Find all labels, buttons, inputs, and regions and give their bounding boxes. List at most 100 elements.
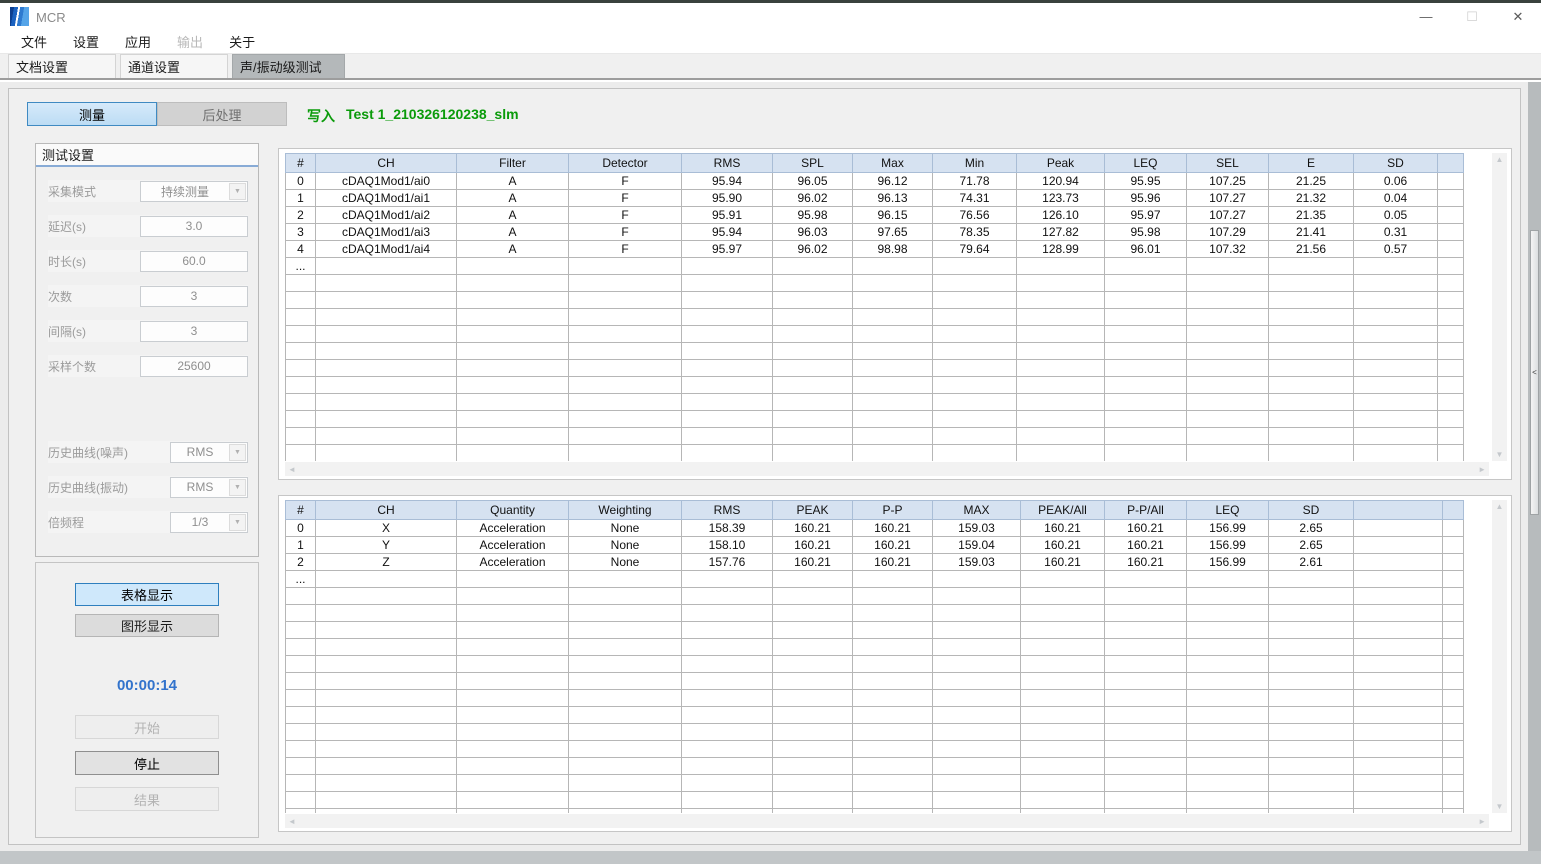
chevron-down-icon[interactable]: ▼ bbox=[229, 444, 246, 461]
vibration-table-horizontal-scrollbar[interactable]: ◄ ► bbox=[285, 814, 1489, 828]
column-header: E bbox=[1269, 154, 1354, 173]
table-row[interactable]: 3cDAQ1Mod1/ai3AF95.9496.0397.6578.35127.… bbox=[286, 224, 1464, 241]
setting-row: 次数3 bbox=[48, 285, 248, 307]
table-cell bbox=[1438, 309, 1464, 326]
table-cell: 160.21 bbox=[1021, 537, 1105, 554]
graph-display-button[interactable]: 图形显示 bbox=[75, 614, 219, 637]
scroll-down-icon[interactable]: ▼ bbox=[1493, 800, 1507, 813]
table-cell bbox=[457, 639, 569, 656]
table-cell bbox=[316, 775, 457, 792]
menu-item[interactable]: 关于 bbox=[216, 29, 268, 54]
table-cell bbox=[316, 724, 457, 741]
chevron-down-icon[interactable]: ▼ bbox=[229, 514, 246, 531]
vibration-level-table-panel: #CHQuantityWeightingRMSPEAKP-PMAXPEAK/Al… bbox=[278, 495, 1512, 832]
table-display-button[interactable]: 表格显示 bbox=[75, 583, 219, 606]
menu-item[interactable]: 文件 bbox=[8, 29, 60, 54]
table-cell: A bbox=[457, 241, 569, 258]
setting-dropdown[interactable]: 持续测量▼ bbox=[140, 181, 248, 202]
table-row[interactable]: 0cDAQ1Mod1/ai0AF95.9496.0596.1271.78120.… bbox=[286, 173, 1464, 190]
column-header: # bbox=[286, 154, 316, 173]
tab[interactable]: 通道设置 bbox=[120, 54, 228, 78]
minimize-button[interactable]: — bbox=[1403, 3, 1449, 30]
table-cell bbox=[1021, 656, 1105, 673]
chevron-down-icon[interactable]: ▼ bbox=[229, 479, 246, 496]
table-cell: 107.27 bbox=[1187, 207, 1269, 224]
tab[interactable]: 声/振动级测试 bbox=[232, 54, 345, 78]
scroll-right-icon[interactable]: ► bbox=[1475, 815, 1489, 828]
setting-row: 延迟(s)3.0 bbox=[48, 215, 248, 237]
table-row[interactable]: ... bbox=[286, 571, 1464, 588]
setting-dropdown[interactable]: 1/3▼ bbox=[170, 512, 248, 533]
chevron-down-icon[interactable]: ▼ bbox=[229, 183, 246, 200]
table-cell bbox=[1438, 207, 1464, 224]
table-cell: 95.98 bbox=[773, 207, 853, 224]
stop-button[interactable]: 停止 bbox=[75, 751, 219, 775]
postprocess-mode-button[interactable]: 后处理 bbox=[157, 102, 287, 126]
scroll-left-icon[interactable]: ◄ bbox=[285, 815, 299, 828]
table-cell bbox=[1443, 605, 1464, 622]
table-cell bbox=[569, 343, 682, 360]
table-cell: None bbox=[569, 537, 682, 554]
table-cell bbox=[1269, 639, 1354, 656]
table-cell: 2 bbox=[286, 554, 316, 571]
table-row[interactable]: 0XAccelerationNone158.39160.21160.21159.… bbox=[286, 520, 1464, 537]
table-cell bbox=[1438, 445, 1464, 462]
table-cell bbox=[1021, 792, 1105, 809]
table-cell bbox=[682, 343, 773, 360]
table-cell bbox=[1021, 758, 1105, 775]
table-row[interactable]: 1cDAQ1Mod1/ai1AF95.9096.0296.1374.31123.… bbox=[286, 190, 1464, 207]
setting-input[interactable]: 3 bbox=[140, 286, 248, 307]
table-cell bbox=[1105, 394, 1187, 411]
close-button[interactable]: ✕ bbox=[1495, 3, 1541, 30]
setting-input[interactable]: 25600 bbox=[140, 356, 248, 377]
table-row[interactable]: 1YAccelerationNone158.10160.21160.21159.… bbox=[286, 537, 1464, 554]
table-cell bbox=[1354, 309, 1438, 326]
table-cell bbox=[1105, 428, 1187, 445]
table-row[interactable]: 2cDAQ1Mod1/ai2AF95.9195.9896.1576.56126.… bbox=[286, 207, 1464, 224]
menu-item[interactable]: 应用 bbox=[112, 29, 164, 54]
scroll-up-icon[interactable]: ▲ bbox=[1493, 500, 1507, 513]
table-cell bbox=[1443, 537, 1464, 554]
setting-dropdown[interactable]: RMS▼ bbox=[170, 477, 248, 498]
table-cell bbox=[1354, 639, 1443, 656]
test-settings-groupbox: 测试设置 采集模式持续测量▼延迟(s)3.0时长(s)60.0次数3间隔(s)3… bbox=[35, 143, 259, 557]
table-cell bbox=[1105, 639, 1187, 656]
vibration-table-vertical-scrollbar[interactable]: ▲ ▼ bbox=[1492, 500, 1507, 813]
table-cell bbox=[1105, 792, 1187, 809]
scroll-up-icon[interactable]: ▲ bbox=[1493, 153, 1507, 166]
scroll-right-icon[interactable]: ► bbox=[1475, 463, 1489, 476]
table-cell bbox=[457, 292, 569, 309]
table-cell: 128.99 bbox=[1017, 241, 1105, 258]
result-button[interactable]: 结果 bbox=[75, 787, 219, 811]
table-cell bbox=[1187, 571, 1269, 588]
table-row[interactable]: 4cDAQ1Mod1/ai4AF95.9796.0298.9879.64128.… bbox=[286, 241, 1464, 258]
setting-input[interactable]: 3.0 bbox=[140, 216, 248, 237]
table-cell: 95.94 bbox=[682, 173, 773, 190]
column-header: CH bbox=[316, 501, 457, 520]
scroll-left-icon[interactable]: ◄ bbox=[285, 463, 299, 476]
tab[interactable]: 文档设置 bbox=[8, 54, 116, 78]
table-cell: 107.32 bbox=[1187, 241, 1269, 258]
table-cell bbox=[853, 690, 933, 707]
sound-table-vertical-scrollbar[interactable]: ▲ ▼ bbox=[1492, 153, 1507, 461]
table-cell: 95.96 bbox=[1105, 190, 1187, 207]
setting-input[interactable]: 3 bbox=[140, 321, 248, 342]
column-header: PEAK bbox=[773, 501, 853, 520]
start-button[interactable]: 开始 bbox=[75, 715, 219, 739]
setting-input[interactable]: 60.0 bbox=[140, 251, 248, 272]
table-cell bbox=[1017, 360, 1105, 377]
vibration-level-table: #CHQuantityWeightingRMSPEAKP-PMAXPEAK/Al… bbox=[285, 500, 1489, 813]
maximize-button[interactable]: ☐ bbox=[1449, 3, 1495, 30]
table-cell bbox=[1354, 775, 1443, 792]
side-panel-collapse-handle[interactable]: < bbox=[1530, 230, 1539, 515]
measure-mode-button[interactable]: 测量 bbox=[27, 102, 157, 126]
sound-table-horizontal-scrollbar[interactable]: ◄ ► bbox=[285, 462, 1489, 476]
setting-dropdown[interactable]: RMS▼ bbox=[170, 442, 248, 463]
table-row[interactable]: 2ZAccelerationNone157.76160.21160.21159.… bbox=[286, 554, 1464, 571]
table-row[interactable]: ... bbox=[286, 258, 1464, 275]
table-cell bbox=[1354, 656, 1443, 673]
table-cell bbox=[569, 741, 682, 758]
table-cell: 76.56 bbox=[933, 207, 1017, 224]
scroll-down-icon[interactable]: ▼ bbox=[1493, 448, 1507, 461]
menu-item[interactable]: 设置 bbox=[60, 29, 112, 54]
